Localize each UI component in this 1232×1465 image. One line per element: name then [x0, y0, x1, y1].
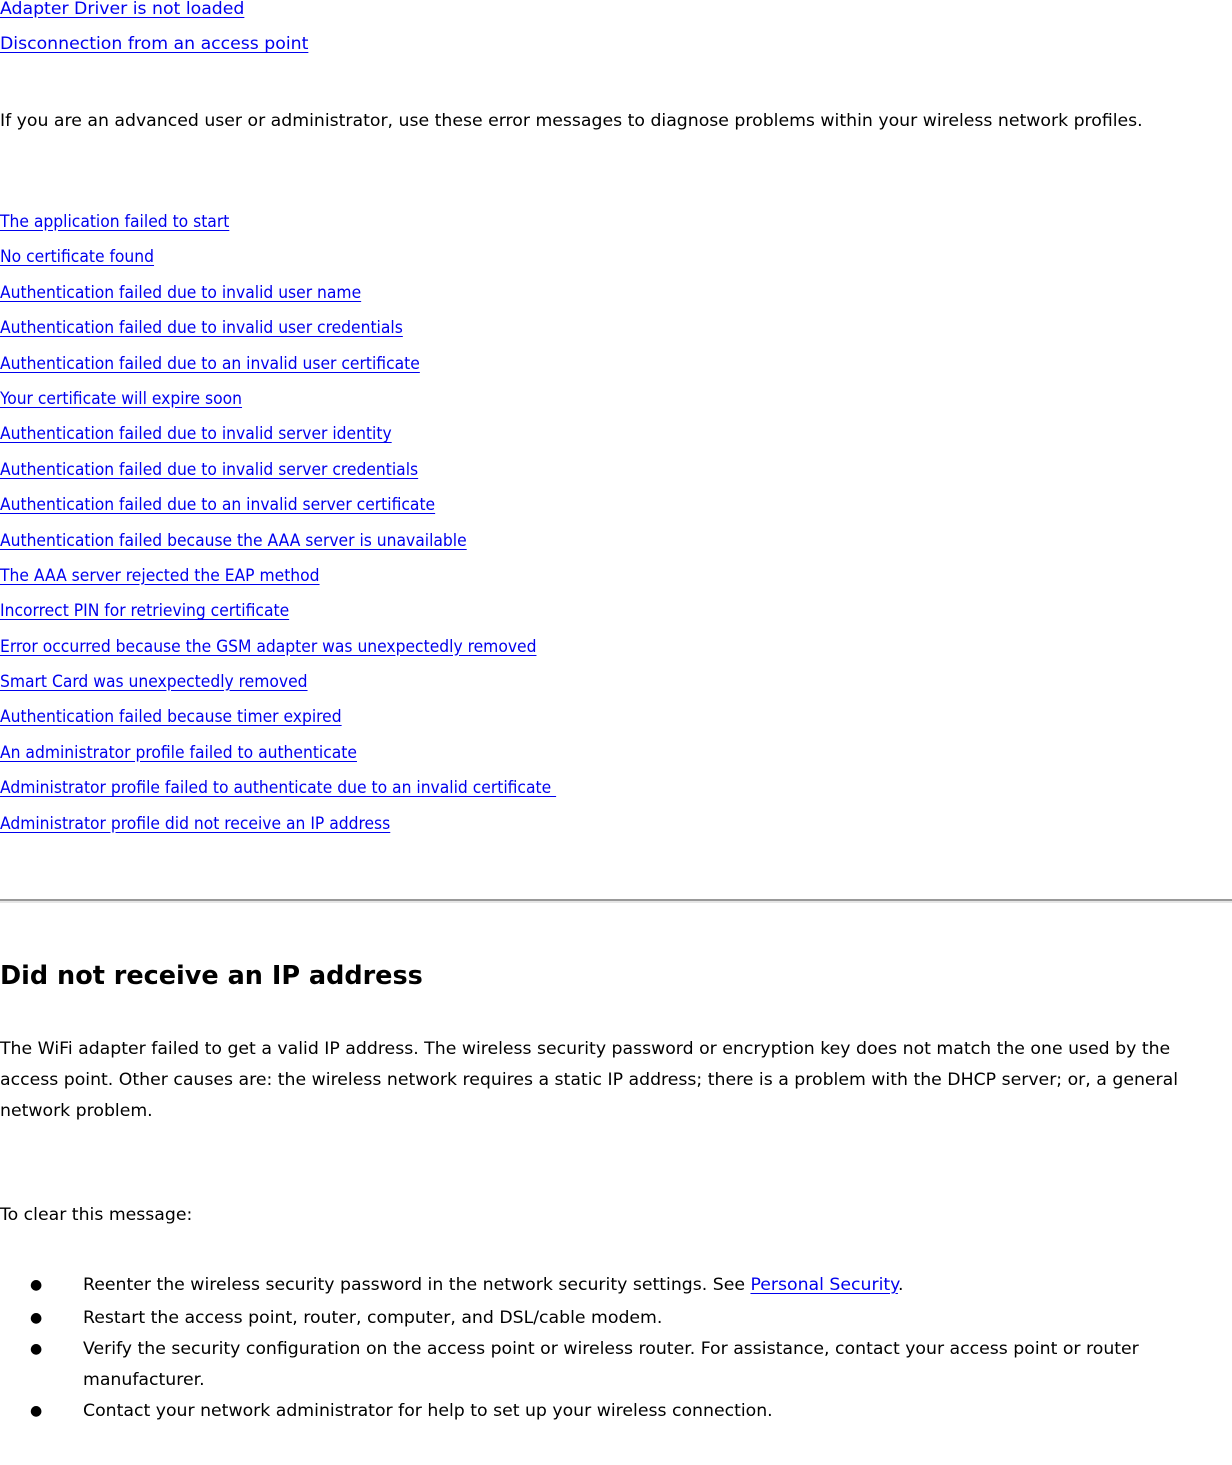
bullet-icon: ● — [30, 1277, 43, 1293]
section-divider — [0, 899, 1232, 903]
bullet-icon: ● — [30, 1403, 43, 1419]
step-text: Restart the access point, router, comput… — [83, 1308, 663, 1328]
link-incorrect-pin[interactable]: Incorrect PIN for retrieving certificate — [0, 594, 556, 629]
bullet-icon: ● — [30, 1310, 43, 1326]
step-item: ● Verify the security configuration on t… — [0, 1334, 1232, 1396]
step-item: ● Reenter the wireless security password… — [0, 1268, 1232, 1303]
link-invalid-server-identity[interactable]: Authentication failed due to invalid ser… — [0, 417, 556, 452]
section-title: Did not receive an IP address — [0, 961, 423, 991]
link-aaa-rejected-eap[interactable]: The AAA server rejected the EAP method — [0, 559, 556, 594]
link-timer-expired[interactable]: Authentication failed because timer expi… — [0, 700, 556, 735]
step-text-end: . — [897, 1275, 904, 1295]
step-text: Reenter the wireless security password i… — [83, 1275, 751, 1295]
link-certificate-expire-soon[interactable]: Your certificate will expire soon — [0, 382, 556, 417]
link-smart-card-removed[interactable]: Smart Card was unexpectedly removed — [0, 665, 556, 700]
error-message-link-list: The application failed to start No certi… — [0, 205, 556, 842]
top-link-list: Adapter Driver is not loaded Disconnecti… — [0, 0, 308, 63]
step-text: Verify the security configuration on the… — [83, 1339, 1139, 1390]
link-invalid-user-name[interactable]: Authentication failed due to invalid use… — [0, 276, 556, 311]
link-application-failed-to-start[interactable]: The application failed to start — [0, 205, 556, 240]
intro-paragraph: If you are an advanced user or administr… — [0, 111, 1143, 131]
section-description: The WiFi adapter failed to get a valid I… — [0, 1039, 1179, 1122]
step-text: Contact your network administrator for h… — [83, 1401, 773, 1421]
clear-message-label: To clear this message: — [0, 1205, 193, 1225]
link-personal-security[interactable]: Personal Security — [750, 1275, 897, 1295]
link-invalid-server-certificate[interactable]: Authentication failed due to an invalid … — [0, 488, 556, 523]
step-item: ● Contact your network administrator for… — [0, 1396, 1232, 1427]
link-admin-profile-no-ip[interactable]: Administrator profile did not receive an… — [0, 807, 556, 842]
link-admin-profile-failed[interactable]: An administrator profile failed to authe… — [0, 736, 556, 771]
link-admin-profile-invalid-certificate[interactable]: Administrator profile failed to authenti… — [0, 771, 556, 806]
link-aaa-server-unavailable[interactable]: Authentication failed because the AAA se… — [0, 524, 556, 559]
step-item: ● Restart the access point, router, comp… — [0, 1303, 1232, 1334]
link-adapter-driver-not-loaded[interactable]: Adapter Driver is not loaded — [0, 0, 308, 27]
link-gsm-adapter-removed[interactable]: Error occurred because the GSM adapter w… — [0, 630, 556, 665]
link-invalid-server-credentials[interactable]: Authentication failed due to invalid ser… — [0, 453, 556, 488]
link-disconnection-from-access-point[interactable]: Disconnection from an access point — [0, 27, 308, 62]
link-invalid-user-certificate[interactable]: Authentication failed due to an invalid … — [0, 347, 556, 382]
bullet-icon: ● — [30, 1341, 43, 1357]
clear-steps-list: ● Reenter the wireless security password… — [0, 1268, 1232, 1427]
link-invalid-user-credentials[interactable]: Authentication failed due to invalid use… — [0, 311, 556, 346]
link-no-certificate-found[interactable]: No certificate found — [0, 240, 556, 275]
